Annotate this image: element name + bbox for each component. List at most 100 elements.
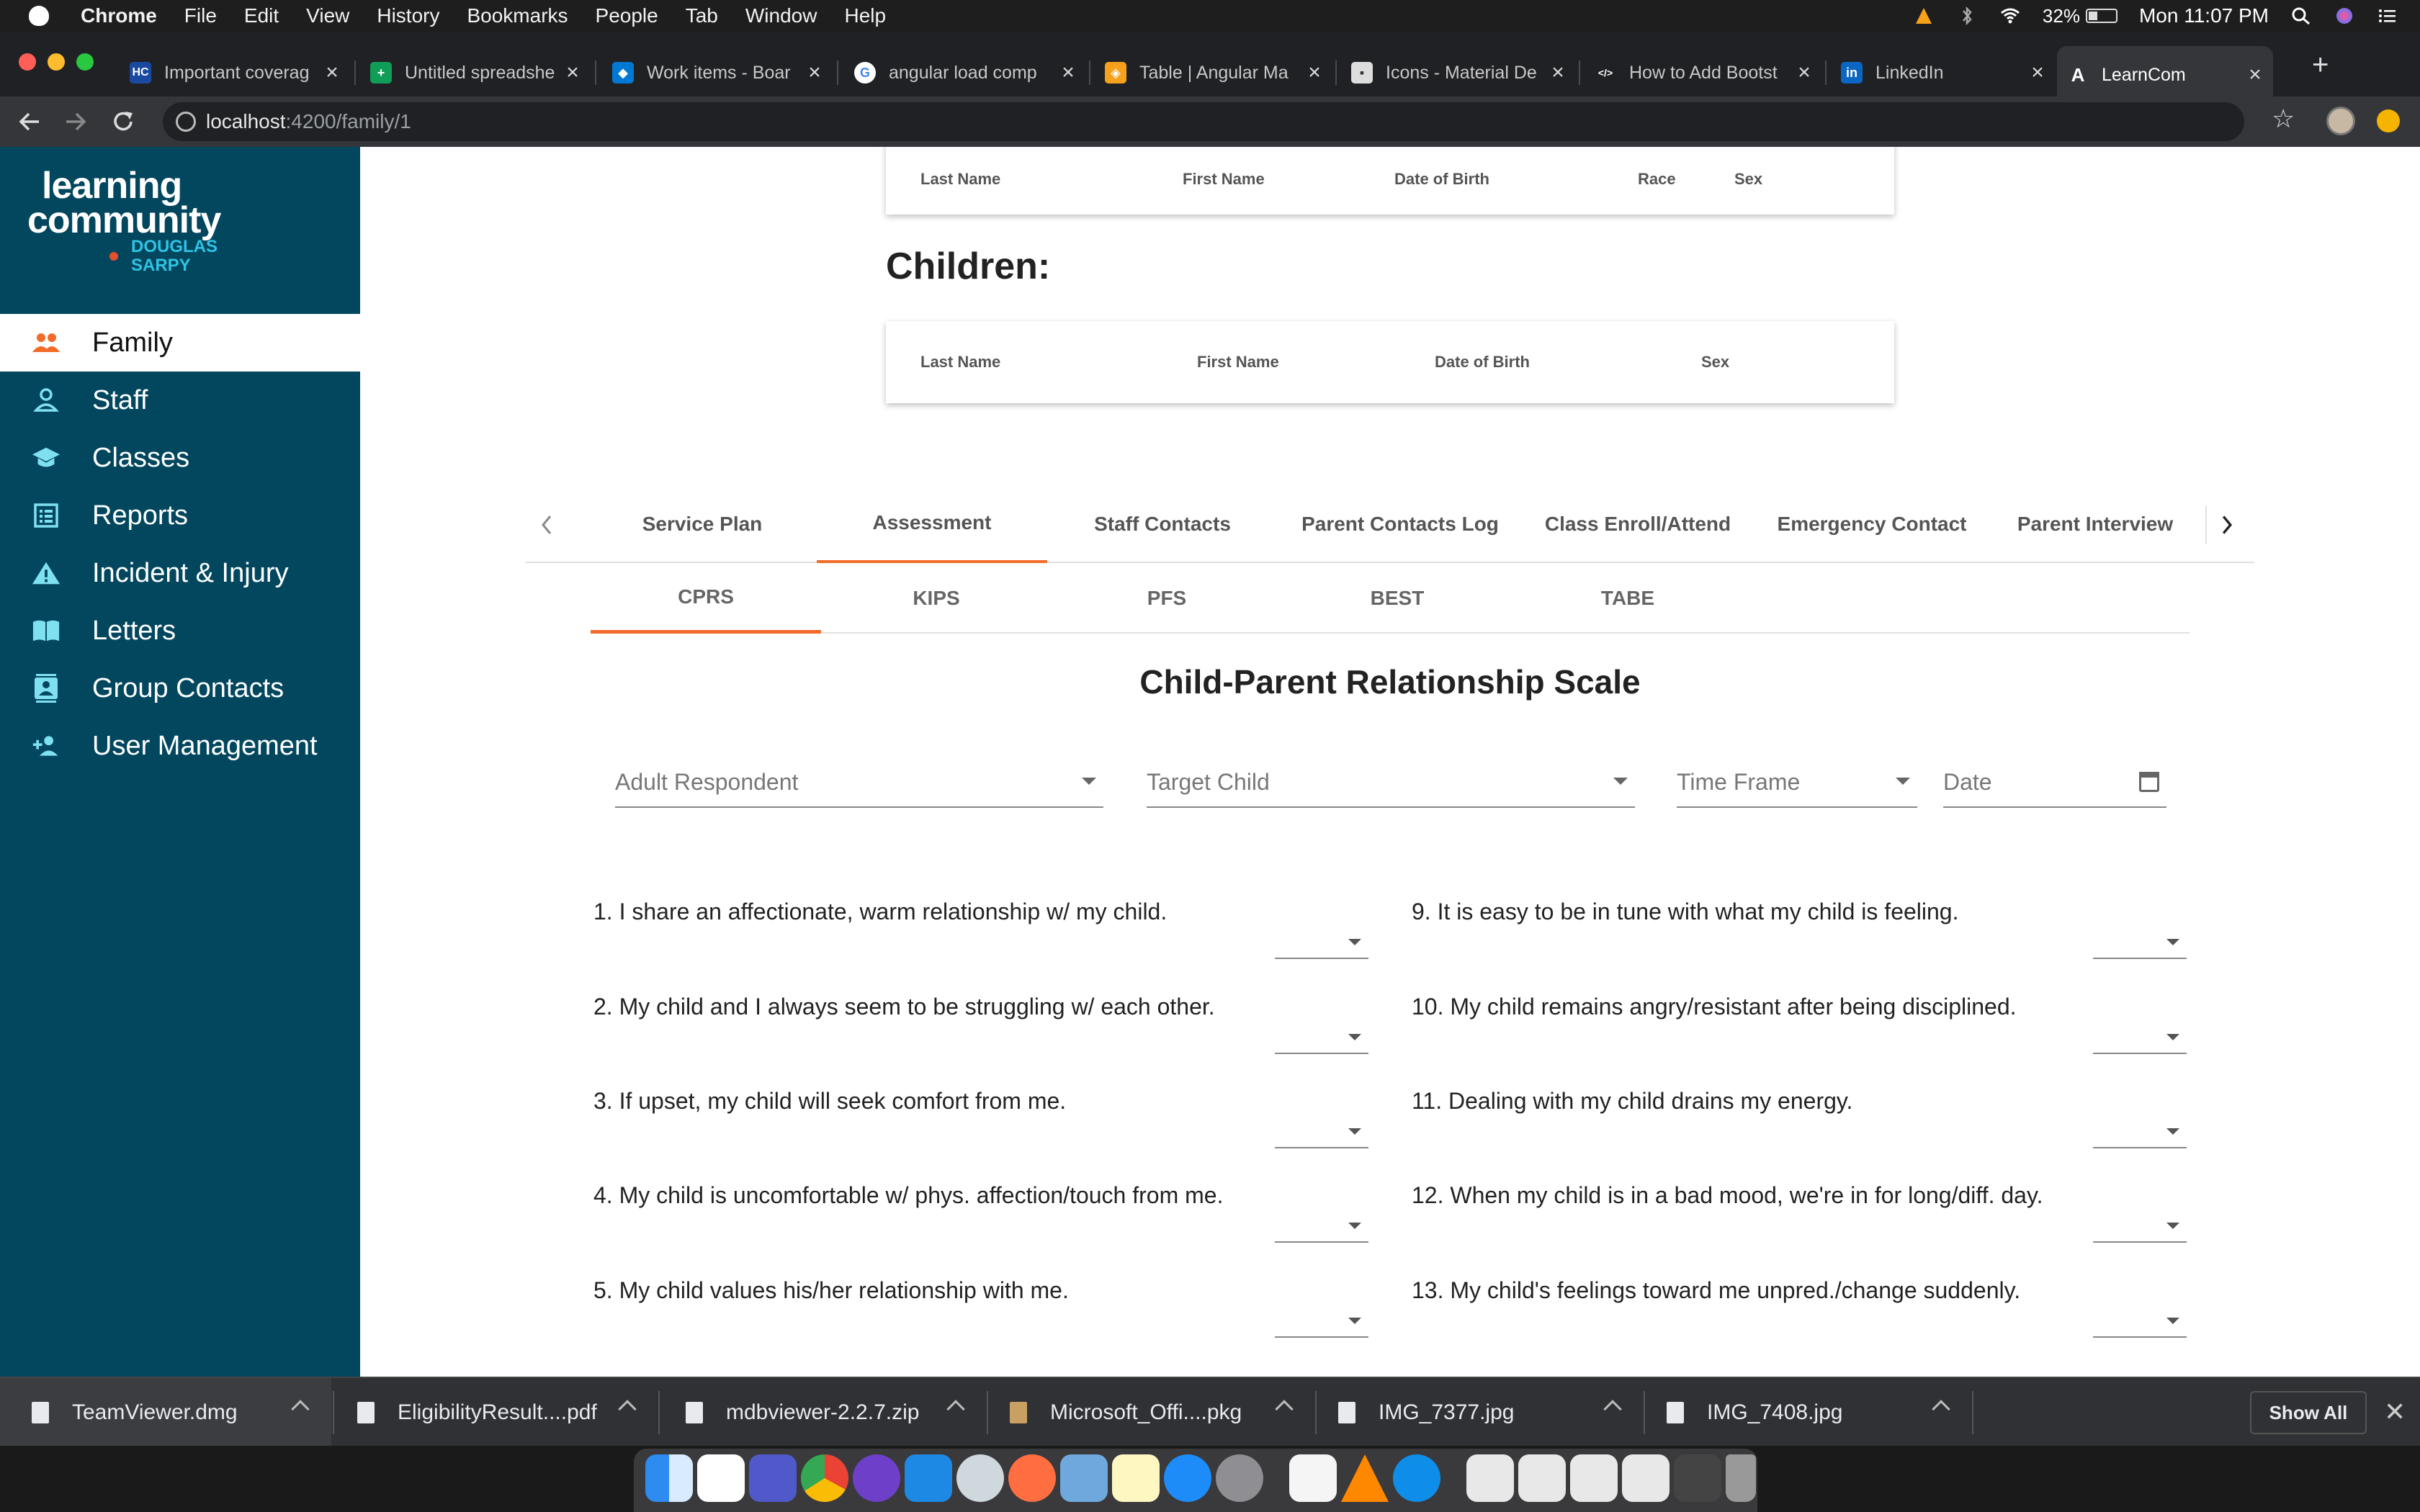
document-icon[interactable] xyxy=(1518,1454,1566,1502)
teamviewer-icon[interactable] xyxy=(1393,1454,1440,1502)
column-header-date-of-birth[interactable]: Date of Birth xyxy=(1435,353,1530,372)
tab-staff-contacts[interactable]: Staff Contacts xyxy=(1047,485,1278,563)
sidebar-item-group-contacts[interactable]: Group Contacts xyxy=(0,660,360,717)
apple-logo-icon[interactable] xyxy=(29,6,49,26)
target-child-select[interactable]: Target Child xyxy=(1147,757,1635,808)
trash-icon[interactable] xyxy=(1726,1454,1756,1502)
download-item[interactable]: IMG_7408.jpg xyxy=(1645,1378,1972,1447)
download-item[interactable]: mdbviewer-2.2.7.zip xyxy=(660,1378,987,1447)
menu-bookmarks[interactable]: Bookmarks xyxy=(467,4,568,27)
subtab-tabe[interactable]: TABE xyxy=(1512,563,1743,634)
sidebar-item-staff[interactable]: Staff xyxy=(0,372,360,429)
chevron-up-icon[interactable] xyxy=(946,1400,965,1418)
chevron-up-icon[interactable] xyxy=(1275,1400,1294,1418)
address-bar[interactable]: localhost:4200/family/1 xyxy=(163,102,2244,141)
teams-icon[interactable] xyxy=(749,1454,797,1502)
column-header-last-name[interactable]: Last Name xyxy=(920,353,1000,372)
question-2-select[interactable] xyxy=(1275,1011,1368,1054)
menu-app-name[interactable]: Chrome xyxy=(81,4,157,27)
notes-icon[interactable] xyxy=(1112,1454,1160,1502)
sidebar-item-classes[interactable]: Classes xyxy=(0,429,360,487)
battery-icon[interactable] xyxy=(2085,9,2118,23)
menu-people[interactable]: People xyxy=(596,4,658,27)
tab-parent-interview[interactable]: Parent Interview xyxy=(1991,485,2200,563)
question-13-select[interactable] xyxy=(2093,1295,2187,1338)
bluetooth-icon[interactable] xyxy=(1956,6,1978,25)
column-header-race[interactable]: Race xyxy=(1638,170,1676,189)
sidebar-item-incident-injury[interactable]: Incident & Injury xyxy=(0,544,360,602)
tab-close-icon[interactable]: × xyxy=(1057,60,1079,85)
column-header-first-name[interactable]: First Name xyxy=(1183,170,1265,189)
chevron-up-icon[interactable] xyxy=(618,1400,637,1418)
tabs-scroll-left-icon[interactable] xyxy=(526,505,569,544)
subtab-pfs[interactable]: PFS xyxy=(1052,563,1282,634)
question-5-select[interactable] xyxy=(1275,1295,1368,1338)
finder-icon[interactable] xyxy=(645,1454,693,1502)
bookmark-star-icon[interactable]: ☆ xyxy=(2272,104,2295,134)
menu-tab[interactable]: Tab xyxy=(686,4,718,27)
wifi-icon[interactable] xyxy=(1999,6,2021,25)
browser-tab-active[interactable]: A LearnCom × xyxy=(2057,46,2273,104)
vlc-icon[interactable] xyxy=(1913,6,1935,25)
column-header-date-of-birth[interactable]: Date of Birth xyxy=(1394,170,1489,189)
window-close-button[interactable] xyxy=(19,53,36,71)
subtab-best[interactable]: BEST xyxy=(1282,563,1512,634)
time-frame-select[interactable]: Time Frame xyxy=(1677,757,1917,808)
tab-close-icon[interactable]: × xyxy=(562,60,583,85)
forward-arrow-icon[interactable] xyxy=(63,109,88,134)
window-minimize-button[interactable] xyxy=(48,53,65,71)
tab-emergency-contact[interactable]: Emergency Contact xyxy=(1753,485,1991,563)
column-header-sex[interactable]: Sex xyxy=(1701,353,1729,372)
slack-icon[interactable] xyxy=(697,1454,745,1502)
browser-tab[interactable]: in LinkedIn × xyxy=(1831,49,2056,96)
document-icon[interactable] xyxy=(1466,1454,1514,1502)
tab-class-enroll-attend[interactable]: Class Enroll/Attend xyxy=(1523,485,1753,563)
clock[interactable]: Mon 11:07 PM xyxy=(2139,4,2269,27)
menu-edit[interactable]: Edit xyxy=(244,4,279,27)
menu-window[interactable]: Window xyxy=(745,4,817,27)
browser-tab[interactable]: ◈ Table | Angular Ma × xyxy=(1095,49,1332,96)
new-tab-button[interactable]: + xyxy=(2312,49,2329,81)
chevron-up-icon[interactable] xyxy=(291,1400,310,1418)
learning-community-logo[interactable]: learning community DOUGLAS SARPY xyxy=(27,167,221,275)
subtab-cprs[interactable]: CPRS xyxy=(591,563,821,634)
browser-tab[interactable]: ▪ Icons - Material De × xyxy=(1341,49,1576,96)
column-header-last-name[interactable]: Last Name xyxy=(920,170,1000,189)
profile-avatar[interactable] xyxy=(2326,107,2355,135)
tab-assessment[interactable]: Assessment xyxy=(817,485,1047,563)
question-1-select[interactable] xyxy=(1275,916,1368,959)
calendar-icon[interactable] xyxy=(2139,772,2159,792)
reload-icon[interactable] xyxy=(111,109,135,134)
tab-close-icon[interactable]: × xyxy=(1547,60,1569,85)
sidebar-item-user-management[interactable]: User Management xyxy=(0,717,360,775)
extension-icon[interactable] xyxy=(2377,109,2400,132)
terminal-icon[interactable] xyxy=(1674,1454,1721,1502)
browser-tab[interactable]: ◆ Work items - Boar × xyxy=(602,49,833,96)
question-12-select[interactable] xyxy=(2093,1200,2187,1243)
tab-service-plan[interactable]: Service Plan xyxy=(588,485,817,563)
vscode-icon[interactable] xyxy=(905,1454,952,1502)
question-3-select[interactable] xyxy=(1275,1105,1368,1148)
download-item[interactable]: TeamViewer.dmg xyxy=(0,1378,331,1447)
document-icon[interactable] xyxy=(1570,1454,1618,1502)
browser-tab[interactable]: G angular load comp × xyxy=(844,49,1086,96)
column-header-first-name[interactable]: First Name xyxy=(1197,353,1279,372)
tab-close-icon[interactable]: × xyxy=(804,60,825,85)
chevron-up-icon[interactable] xyxy=(1603,1400,1622,1418)
back-arrow-icon[interactable] xyxy=(17,109,42,134)
sequel-pro-icon[interactable] xyxy=(956,1454,1004,1502)
system-preferences-icon[interactable] xyxy=(1216,1454,1263,1502)
question-11-select[interactable] xyxy=(2093,1105,2187,1148)
browser-tab[interactable]: </> How to Add Bootst × xyxy=(1585,49,1822,96)
postman-icon[interactable] xyxy=(1008,1454,1056,1502)
question-10-select[interactable] xyxy=(2093,1011,2187,1054)
chevron-up-icon[interactable] xyxy=(1932,1400,1950,1418)
tabs-scroll-right-icon[interactable] xyxy=(2205,505,2249,544)
browser-tab[interactable]: + Untitled spreadshe × xyxy=(360,49,591,96)
show-all-downloads-button[interactable]: Show All xyxy=(2250,1391,2367,1434)
window-zoom-button[interactable] xyxy=(76,53,94,71)
notification-center-icon[interactable] xyxy=(2377,6,2398,25)
tab-parent-contacts-log[interactable]: Parent Contacts Log xyxy=(1278,485,1523,563)
textedit-icon[interactable] xyxy=(1289,1454,1337,1502)
download-item[interactable]: Microsoft_Offi....pkg xyxy=(988,1378,1315,1447)
